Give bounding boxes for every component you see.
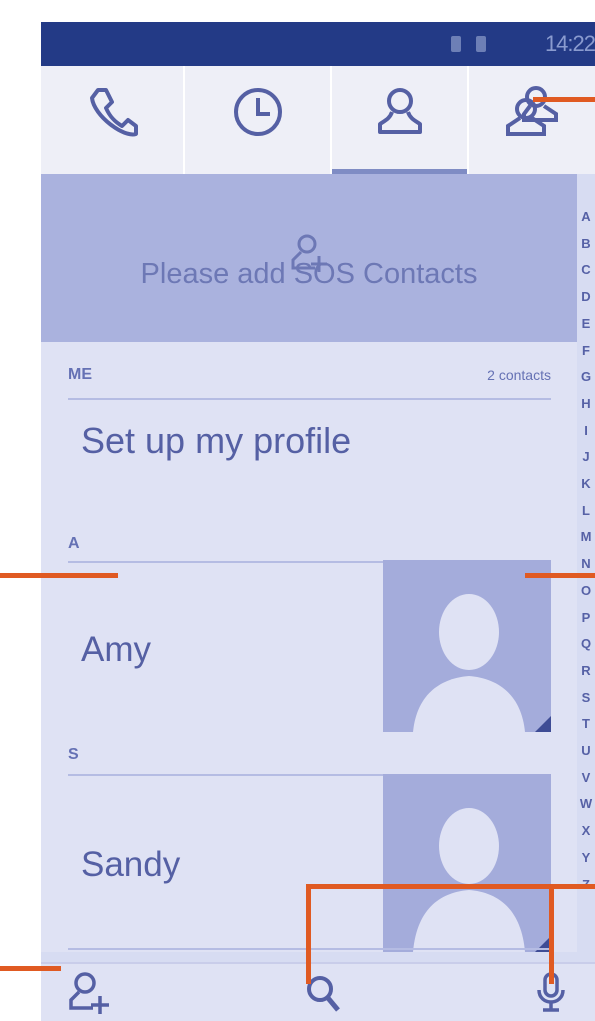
contact-photo-sandy[interactable] [383, 774, 551, 952]
group-icon [506, 86, 558, 136]
section-header-s: S [68, 746, 79, 763]
default-avatar-icon [413, 594, 551, 732]
callout-line-groups [533, 97, 595, 102]
alphabet-letter[interactable]: M [581, 524, 592, 551]
tab-contacts[interactable] [332, 66, 467, 174]
status-time: 14:22 [544, 31, 595, 56]
alphabet-letter[interactable]: P [582, 605, 591, 632]
bottom-action-bar [41, 962, 595, 1021]
phone-icon [90, 88, 138, 137]
setup-profile-item[interactable]: Set up my profile [81, 420, 351, 462]
tab-groups[interactable] [469, 66, 595, 174]
alphabet-letter[interactable]: D [581, 284, 590, 311]
alphabet-letter[interactable]: T [582, 711, 590, 738]
signal-icon [451, 36, 461, 52]
alphabet-letter[interactable]: B [581, 231, 590, 258]
callout-line-add [41, 966, 61, 971]
add-person-icon[interactable] [67, 972, 111, 1016]
clock-icon [233, 88, 282, 136]
alphabet-letter[interactable]: X [582, 818, 591, 845]
phone-screen: 14:22 Please add SOS Contacts ME 2 conta… [41, 22, 595, 1021]
alphabet-letter[interactable]: E [582, 311, 591, 338]
contact-photo-amy[interactable] [383, 560, 551, 732]
person-icon [377, 88, 422, 134]
callout-line-search [306, 884, 311, 984]
divider [68, 398, 551, 400]
tab-call-log[interactable] [185, 66, 330, 174]
alphabet-letter[interactable]: U [581, 738, 590, 765]
alphabet-letter[interactable]: Q [581, 631, 591, 658]
alphabet-index[interactable]: ABCDEFGHIJKLMNOPQRSTUVWXYZ [577, 204, 595, 898]
battery-icon [476, 36, 486, 52]
sos-label: Please add SOS Contacts [140, 258, 478, 290]
alphabet-letter[interactable]: Y [582, 845, 591, 872]
callout-line-contact [41, 573, 118, 578]
alphabet-letter[interactable]: C [581, 257, 590, 284]
section-header-me: ME [68, 366, 92, 383]
section-header-a: A [68, 535, 80, 552]
alphabet-letter[interactable]: L [582, 498, 590, 525]
alphabet-letter[interactable]: A [581, 204, 590, 231]
alphabet-letter[interactable]: S [582, 685, 591, 712]
alphabet-letter[interactable]: R [581, 658, 590, 685]
contact-name-sandy[interactable]: Sandy [81, 845, 180, 885]
alphabet-letter[interactable]: O [581, 578, 591, 605]
callout-line-photo [525, 573, 595, 578]
callout-line-voice [549, 884, 554, 984]
tab-phone[interactable] [41, 66, 183, 174]
alphabet-letter[interactable]: I [584, 418, 588, 445]
alphabet-letter[interactable]: F [582, 338, 590, 365]
contacts-count: 2 contacts [487, 367, 551, 383]
alphabet-letter[interactable]: G [581, 364, 591, 391]
alphabet-letter[interactable]: W [580, 791, 592, 818]
alphabet-letter[interactable]: J [582, 444, 589, 471]
contact-name-amy[interactable]: Amy [81, 630, 151, 670]
alphabet-letter[interactable]: K [581, 471, 590, 498]
alphabet-letter[interactable]: V [582, 765, 591, 792]
default-avatar-icon [413, 808, 551, 952]
tab-bar [41, 66, 595, 174]
alphabet-letter[interactable]: H [581, 391, 590, 418]
status-bar: 14:22 [41, 22, 595, 66]
